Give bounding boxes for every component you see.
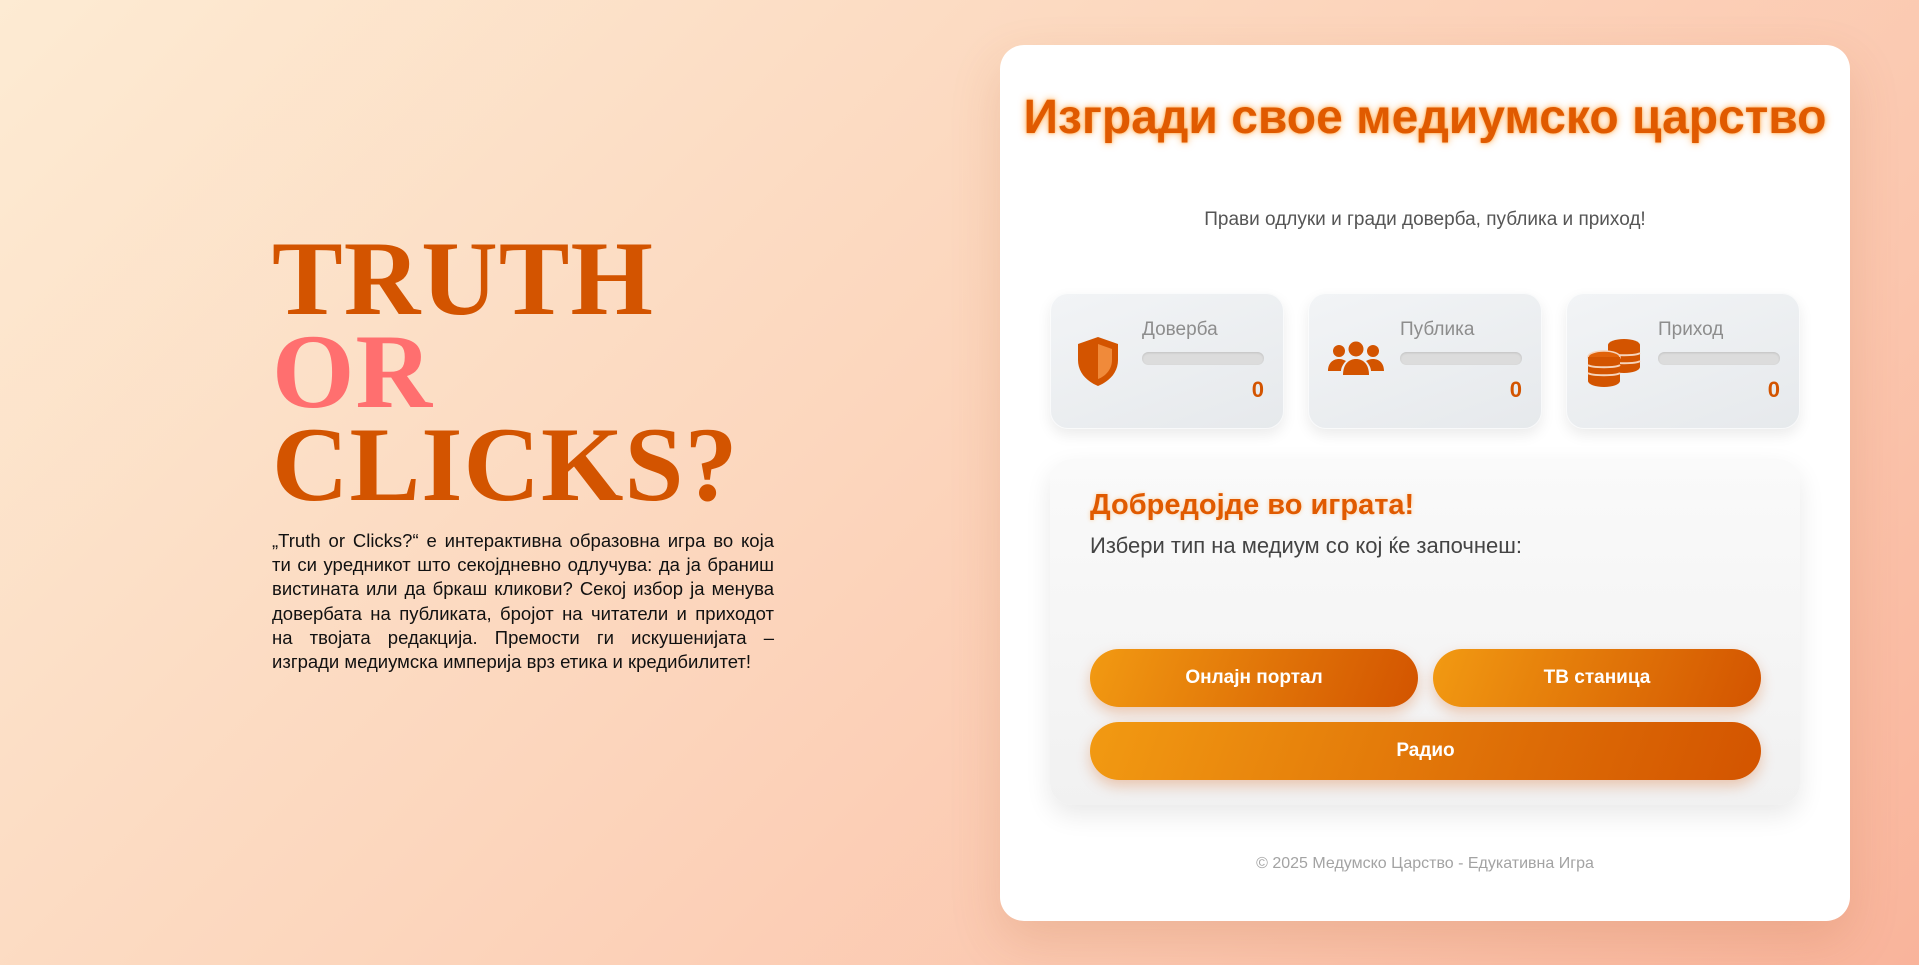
logo-or: OR (272, 313, 433, 430)
stat-audience-value: 0 (1509, 377, 1522, 402)
stat-audience-label: Публика (1400, 319, 1475, 340)
online-portal-button[interactable]: Онлајн портал (1090, 649, 1418, 707)
tv-station-button[interactable]: ТВ станица (1433, 649, 1761, 707)
stat-income-bar (1658, 352, 1780, 365)
page-title: Изгради свое медиумско царство (1023, 91, 1827, 144)
stat-income-value: 0 (1767, 377, 1780, 402)
stat-trust: Доверба 0 (1050, 293, 1284, 429)
welcome-panel: Добредојде во играта! Избери тип на меди… (1050, 459, 1800, 805)
stat-audience-bar (1400, 352, 1522, 365)
logo-truth: TRUTH (272, 220, 654, 337)
intro-section: TRUTH OR CLICKS? „Truth or Clicks?“ е ин… (272, 220, 774, 674)
logo-clicks: CLICKS? (272, 406, 739, 523)
stat-income-label: Приход (1658, 319, 1724, 340)
stat-income: Приход 0 (1566, 293, 1800, 429)
radio-button[interactable]: Радио (1090, 722, 1761, 780)
game-logo: TRUTH OR CLICKS? (272, 220, 774, 523)
footer-text: © 2025 Медумско Царство - Едукативна Игр… (1256, 855, 1594, 872)
intro-description: „Truth or Clicks?“ е интерактивна образо… (272, 530, 774, 673)
stats-row: Доверба 0 Публика 0 Приход 0 (1050, 293, 1800, 429)
stat-trust-value: 0 (1251, 377, 1264, 402)
stat-trust-bar (1142, 352, 1264, 365)
coins-icon (1587, 339, 1641, 387)
game-card: Изгради свое медиумско царство Прави одл… (1000, 45, 1850, 921)
shield-icon (1078, 337, 1118, 386)
welcome-text: Избери тип на медиум со кој ќе започнеш: (1090, 533, 1523, 558)
page-subtitle: Прави одлуки и гради доверба, публика и … (1204, 209, 1646, 230)
stat-audience: Публика 0 (1308, 293, 1542, 429)
users-icon (1328, 341, 1384, 375)
welcome-title: Добредојде во играта! (1090, 489, 1415, 521)
stat-trust-label: Доверба (1142, 319, 1218, 340)
